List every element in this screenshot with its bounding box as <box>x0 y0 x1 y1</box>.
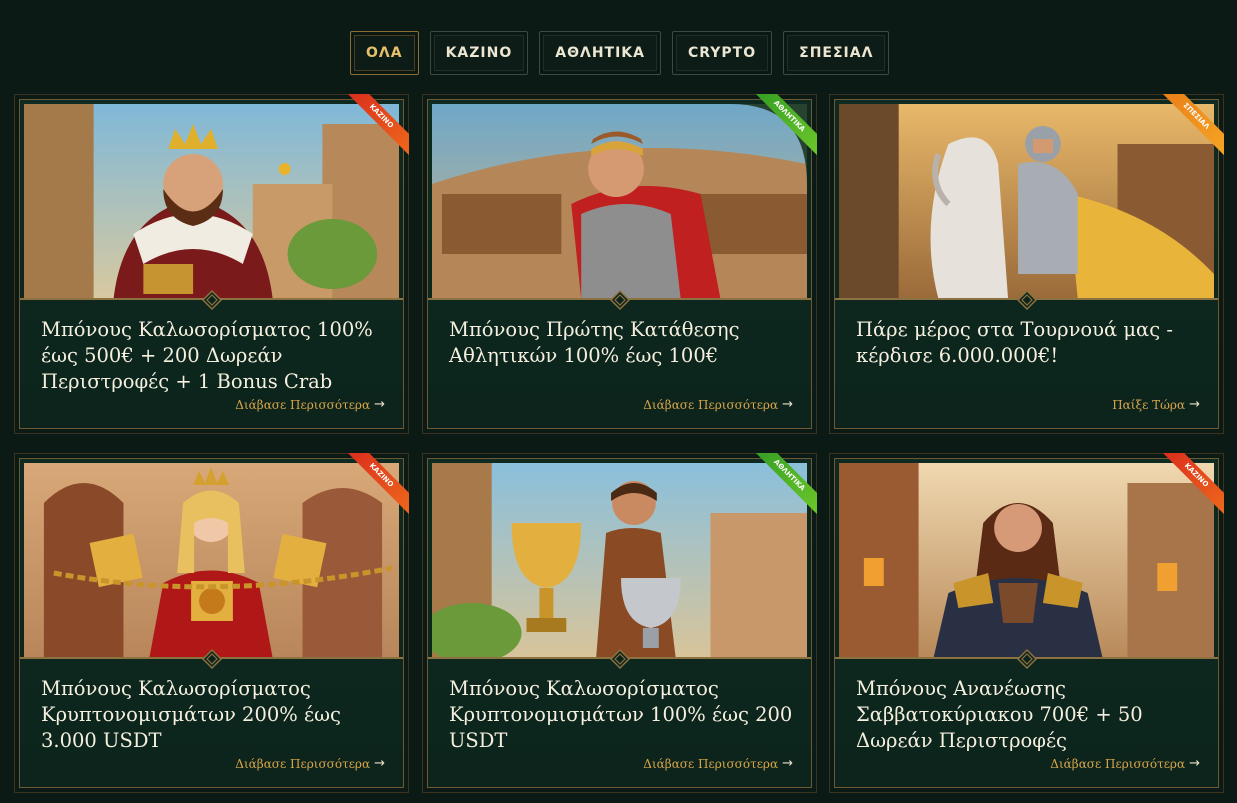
promo-card[interactable]: ΚΑΖΙΝΟ Μπόνους Ανανέωσης Σαββατοκύριακου… <box>829 453 1224 793</box>
promo-card[interactable]: ΚΑΖΙΝΟ Μπόνους Καλωσορίσματος 100% έως 5… <box>14 94 409 434</box>
promo-card[interactable]: ΑΘΛΗΤΙΚΑ Μπόνους Καλωσορίσματος Κρυπτονο… <box>422 453 817 793</box>
category-ribbon: ΣΠΕΣΙΑΛ <box>1156 94 1224 162</box>
diamond-emblem-icon <box>1016 289 1037 311</box>
promo-title: Πάρε μέρος στα Τουρνουά μας - κέρδισε 6.… <box>856 318 1173 367</box>
promo-card[interactable]: ΚΑΖΙΝΟ Μπόνους Καλωσορίσματος Κρυπτονομι… <box>14 453 409 793</box>
category-ribbon: ΚΑΖΙΝΟ <box>1156 453 1224 521</box>
category-ribbon: ΚΑΖΙΝΟ <box>341 453 409 521</box>
diamond-emblem-icon <box>609 289 630 311</box>
read-more-link[interactable]: Διάβασε Περισσότερα → <box>643 397 793 412</box>
promotions-grid: ΚΑΖΙΝΟ Μπόνους Καλωσορίσματος 100% έως 5… <box>0 0 1237 803</box>
play-now-link[interactable]: Παίξε Τώρα → <box>1112 397 1200 412</box>
read-more-link[interactable]: Διάβασε Περισσότερα → <box>235 756 385 771</box>
promo-title: Μπόνους Καλωσορίσματος Κρυπτονομισμάτων … <box>449 677 793 752</box>
diamond-emblem-icon <box>201 648 222 670</box>
promo-title: Μπόνους Καλωσορίσματος 100% έως 500€ + 2… <box>41 318 373 393</box>
category-ribbon: ΑΘΛΗΤΙΚΑ <box>749 453 817 521</box>
category-ribbon: ΚΑΖΙΝΟ <box>341 94 409 162</box>
category-ribbon: ΑΘΛΗΤΙΚΑ <box>749 94 817 162</box>
promo-card[interactable]: ΣΠΕΣΙΑΛ Πάρε μέρος στα Τουρνουά μας - κέ… <box>829 94 1224 434</box>
diamond-emblem-icon <box>609 648 630 670</box>
read-more-link[interactable]: Διάβασε Περισσότερα → <box>235 397 385 412</box>
diamond-emblem-icon <box>1016 648 1037 670</box>
arrow-right-icon: → <box>1189 756 1200 771</box>
arrow-right-icon: → <box>374 756 385 771</box>
read-more-link[interactable]: Διάβασε Περισσότερα → <box>643 756 793 771</box>
promo-title: Μπόνους Καλωσορίσματος Κρυπτονομισμάτων … <box>41 677 341 752</box>
arrow-right-icon: → <box>782 756 793 771</box>
arrow-right-icon: → <box>1189 397 1200 412</box>
promo-card[interactable]: ΑΘΛΗΤΙΚΑ Μπόνους Πρώτης Κατάθεσης Αθλητι… <box>422 94 817 434</box>
arrow-right-icon: → <box>374 397 385 412</box>
diamond-emblem-icon <box>201 289 222 311</box>
promo-title: Μπόνους Ανανέωσης Σαββατοκύριακου 700€ +… <box>856 677 1143 752</box>
arrow-right-icon: → <box>782 397 793 412</box>
read-more-link[interactable]: Διάβασε Περισσότερα → <box>1050 756 1200 771</box>
promo-title: Μπόνους Πρώτης Κατάθεσης Αθλητικών 100% … <box>449 318 740 367</box>
